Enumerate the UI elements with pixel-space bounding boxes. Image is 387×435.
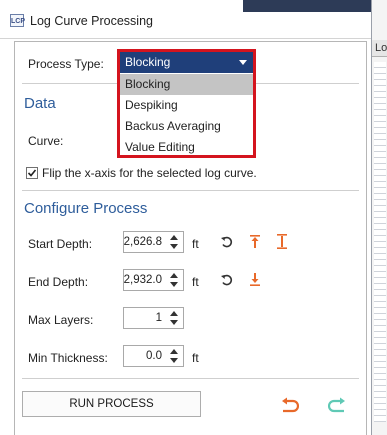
- set-full-range-icon[interactable]: [276, 233, 288, 250]
- undo-icon[interactable]: [279, 397, 299, 415]
- spin-down-icon[interactable]: [170, 282, 178, 287]
- spin-up-icon[interactable]: [170, 349, 178, 354]
- reset-start-depth-icon[interactable]: [220, 235, 234, 249]
- flip-x-axis-label: Flip the x-axis for the selected log cur…: [42, 166, 257, 180]
- spin-up-icon[interactable]: [170, 235, 178, 240]
- spin-up-icon[interactable]: [170, 273, 178, 278]
- background-window-strip: [243, 0, 371, 12]
- dropdown-option-blocking[interactable]: Blocking: [120, 74, 253, 95]
- start-depth-label: Start Depth:: [28, 237, 93, 251]
- min-thickness-unit: ft: [192, 351, 199, 365]
- start-depth-spinner[interactable]: [169, 234, 179, 250]
- spin-down-icon[interactable]: [170, 358, 178, 363]
- app-icon: LCP: [10, 14, 25, 27]
- start-depth-unit: ft: [192, 237, 199, 251]
- divider: [22, 190, 359, 191]
- flip-x-axis-checkbox[interactable]: [26, 167, 38, 179]
- dropdown-option-despiking[interactable]: Despiking: [120, 95, 253, 116]
- process-type-label: Process Type:: [28, 57, 104, 71]
- max-layers-value: 1: [155, 312, 162, 324]
- dropdown-option-backus-averaging[interactable]: Backus Averaging: [120, 116, 253, 137]
- window-title: Log Curve Processing: [30, 14, 153, 28]
- max-layers-spinner[interactable]: [169, 310, 179, 326]
- spin-up-icon[interactable]: [170, 311, 178, 316]
- process-type-dropdown[interactable]: Blocking Blocking Despiking Backus Avera…: [117, 49, 256, 158]
- process-type-select[interactable]: Blocking: [120, 52, 253, 73]
- start-depth-input[interactable]: 2,626.8: [123, 231, 184, 253]
- set-bottom-icon[interactable]: [249, 272, 261, 287]
- min-thickness-input[interactable]: 0.0: [123, 345, 184, 367]
- run-process-button[interactable]: RUN PROCESS: [22, 391, 201, 417]
- min-thickness-spinner[interactable]: [169, 348, 179, 364]
- set-top-icon[interactable]: [249, 234, 261, 249]
- data-section-title: Data: [24, 95, 56, 112]
- reset-end-depth-icon[interactable]: [220, 273, 234, 287]
- end-depth-unit: ft: [192, 275, 199, 289]
- spin-down-icon[interactable]: [170, 244, 178, 249]
- configure-section-title: Configure Process: [24, 200, 148, 217]
- min-thickness-value: 0.0: [146, 350, 162, 362]
- divider: [22, 378, 359, 379]
- log-panel-header: Lo: [372, 40, 387, 57]
- process-type-selected-value: Blocking: [125, 55, 171, 69]
- check-icon: [27, 169, 37, 177]
- start-depth-value: 2,626.8: [123, 236, 162, 248]
- spin-down-icon[interactable]: [170, 320, 178, 325]
- end-depth-spinner[interactable]: [169, 272, 179, 288]
- log-panel-rows: [374, 62, 386, 422]
- min-thickness-label: Min Thickness:: [28, 351, 108, 365]
- max-layers-label: Max Layers:: [28, 313, 94, 327]
- end-depth-label: End Depth:: [28, 275, 89, 289]
- max-layers-input[interactable]: 1: [123, 307, 184, 329]
- curve-label: Curve:: [28, 134, 64, 148]
- end-depth-value: 2,932.0: [123, 274, 162, 286]
- redo-icon[interactable]: [328, 397, 348, 415]
- dropdown-option-value-editing[interactable]: Value Editing: [120, 137, 253, 158]
- end-depth-input[interactable]: 2,932.0: [123, 269, 184, 291]
- chevron-down-icon: [239, 60, 247, 65]
- background-log-panel: Lo: [371, 0, 387, 435]
